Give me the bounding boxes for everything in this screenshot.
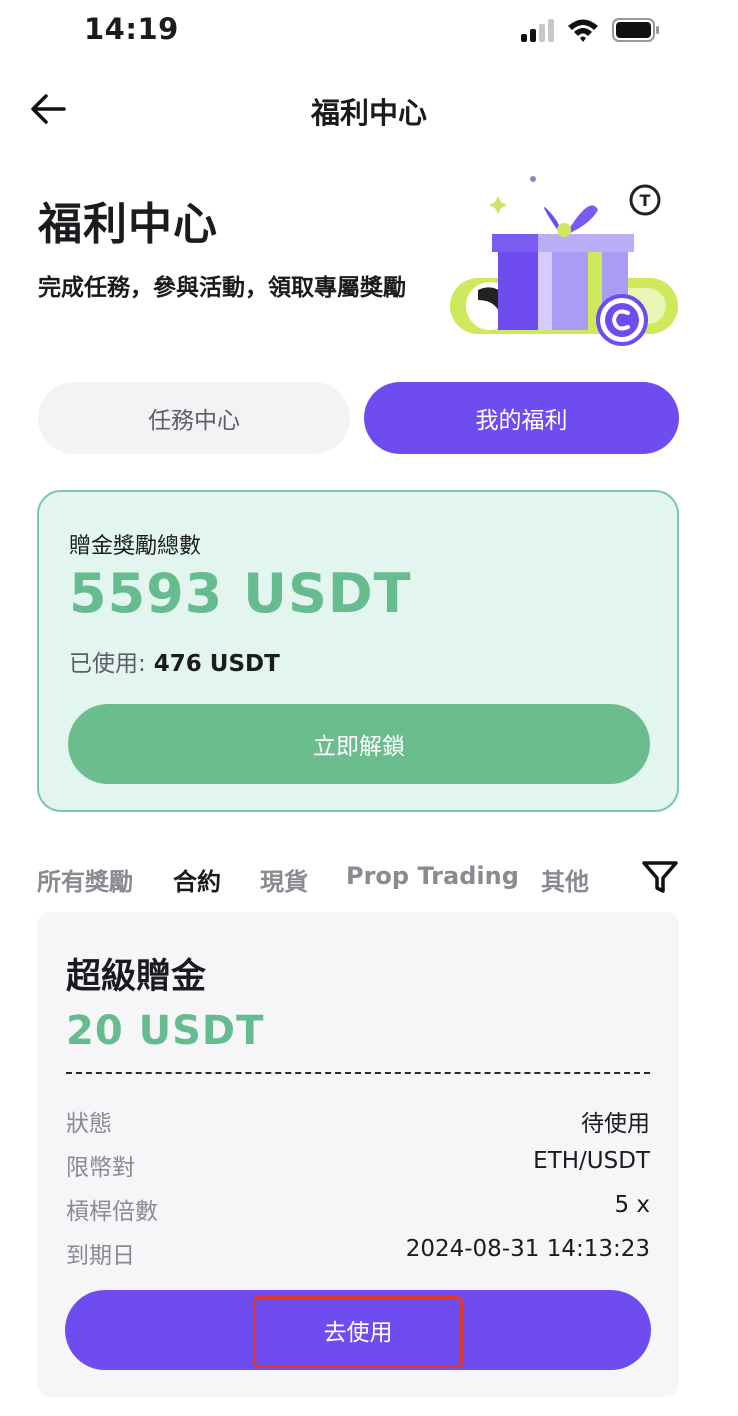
page-title: 福利中心 [38,199,218,250]
battery-icon [612,18,659,42]
detail-value: ETH/USDT [533,1148,650,1174]
signal-icon [521,19,554,42]
used-value: 476 USDT [153,651,280,677]
detail-row-pair: 限幣對 ETH/USDT [66,1148,650,1184]
tab-my-benefits[interactable]: 我的福利 [364,382,679,454]
nav-bar: 福利中心 [0,70,738,150]
status-bar: 14:19 [0,0,738,64]
detail-key: 狀態 [66,1111,112,1137]
wifi-icon [568,19,598,42]
svg-text:T: T [640,191,651,210]
used-label: 已使用: [69,651,146,677]
status-time: 14:19 [84,12,179,46]
bonus-amount: 20 USDT [66,1008,265,1054]
bonus-card: 超級贈金 20 USDT 狀態 待使用 限幣對 ETH/USDT 槓桿倍數 5 … [37,912,679,1397]
nav-title: 福利中心 [310,96,427,130]
filter-tab-prop-trading[interactable]: Prop Trading [346,862,519,890]
filter-funnel-icon[interactable] [641,858,679,896]
bonus-total-card: 贈金獎勵總數 5593 USDT 已使用: 476 USDT 立即解鎖 [37,490,679,812]
used-row: 已使用: 476 USDT [69,644,280,678]
tab-task-center[interactable]: 任務中心 [38,382,350,454]
filter-tab-other[interactable]: 其他 [541,862,589,897]
gift-box-illustration: T [450,176,678,346]
detail-key: 到期日 [66,1243,135,1269]
unlock-button[interactable]: 立即解鎖 [68,704,650,784]
dashed-divider [66,1072,650,1074]
filter-tab-all[interactable]: 所有獎勵 [37,862,133,897]
detail-key: 槓桿倍數 [66,1199,158,1225]
detail-row-status: 狀態 待使用 [66,1104,650,1140]
page-subtitle: 完成任務，參與活動，領取專屬獎勵 [38,275,406,301]
total-value: 5593 USDT [69,562,412,625]
filter-tab-futures[interactable]: 合約 [173,862,221,897]
reward-filter-tabs: 所有獎勵 合約 現貨 Prop Trading 其他 [37,858,697,898]
bonus-name: 超級贈金 [66,957,207,997]
detail-row-expiry: 到期日 2024-08-31 14:13:23 [66,1236,650,1272]
filter-tab-spot[interactable]: 現貨 [260,862,308,897]
detail-key: 限幣對 [66,1155,135,1181]
use-bonus-button[interactable]: 去使用 [65,1290,651,1370]
detail-value: 5 x [614,1192,650,1218]
detail-value: 待使用 [581,1111,650,1137]
detail-value: 2024-08-31 14:13:23 [405,1236,650,1262]
detail-row-leverage: 槓桿倍數 5 x [66,1192,650,1228]
total-label: 贈金獎勵總數 [69,534,202,559]
